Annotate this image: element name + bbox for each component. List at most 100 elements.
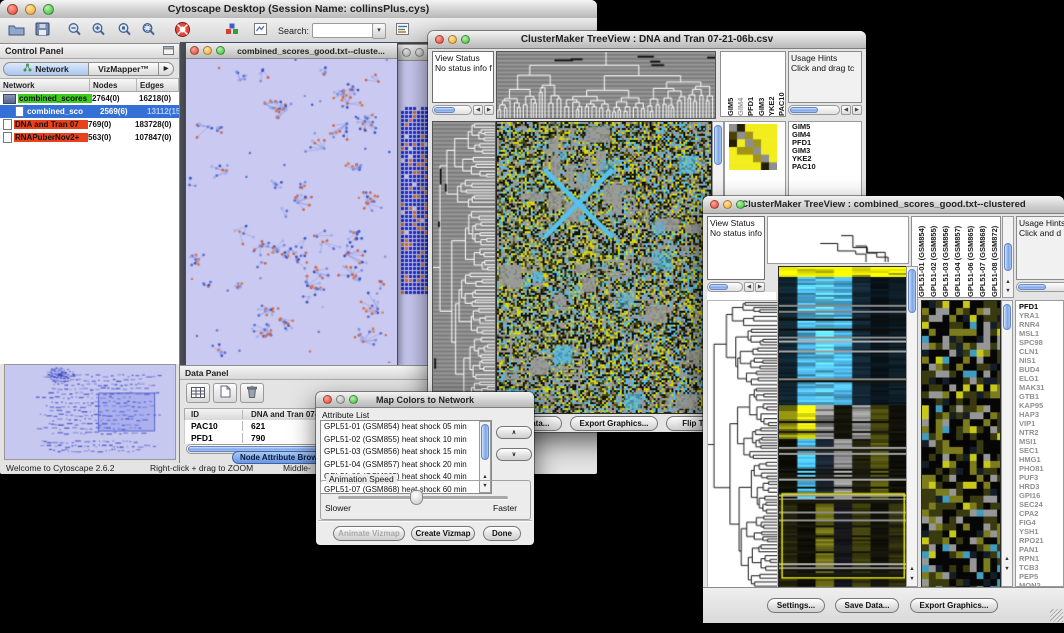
scroll-left-icon[interactable]: ◀ bbox=[744, 282, 754, 292]
close-button[interactable] bbox=[435, 35, 444, 44]
column-nodes[interactable]: Nodes bbox=[90, 79, 137, 91]
tv2-labels-scrollbar[interactable]: ▲ ▼ bbox=[1002, 216, 1014, 298]
gene-label[interactable]: MSL1 bbox=[1019, 329, 1063, 338]
save-session-button[interactable] bbox=[32, 20, 52, 42]
column-network[interactable]: Network bbox=[0, 79, 90, 91]
close-button[interactable] bbox=[190, 46, 199, 55]
network-row[interactable]: combined_sco 2569(6) 13112(15) bbox=[0, 105, 179, 118]
minimize-button[interactable] bbox=[336, 395, 345, 404]
maximize-button[interactable] bbox=[349, 395, 358, 404]
resize-grip[interactable] bbox=[1050, 609, 1063, 622]
scroll-down-icon[interactable]: ▼ bbox=[1003, 287, 1013, 296]
tv2-titlebar[interactable]: ClusterMaker TreeView : combined_scores_… bbox=[703, 196, 1064, 214]
move-down-button[interactable]: ∨ bbox=[496, 448, 532, 461]
tabs-overflow-button[interactable]: ▶ bbox=[159, 62, 174, 76]
scroll-left-icon[interactable]: ◀ bbox=[473, 105, 483, 115]
column-label[interactable]: PAC10 bbox=[777, 52, 785, 116]
close-button[interactable] bbox=[323, 395, 332, 404]
network-row[interactable]: RNAPuberNov2+ 563(0) 107847(0) bbox=[0, 131, 179, 144]
gene-label[interactable]: ELG1 bbox=[1019, 374, 1063, 383]
main-titlebar[interactable]: Cytoscape Desktop (Session Name: collins… bbox=[0, 0, 597, 19]
column-label[interactable]: GPL51-03 (GSM856) bbox=[941, 217, 951, 297]
tv1-column-dendrogram[interactable] bbox=[496, 51, 716, 119]
tv2-column-dendrogram[interactable] bbox=[768, 217, 908, 263]
tv1-titlebar[interactable]: ClusterMaker TreeView : DNA and Tran 07-… bbox=[428, 31, 866, 49]
create-vizmap-button[interactable]: Create Vizmap bbox=[411, 526, 475, 541]
minimize-button[interactable] bbox=[415, 48, 424, 57]
gene-label[interactable]: BUD4 bbox=[1019, 365, 1063, 374]
tv2-export-graphics-button[interactable]: Export Graphics... bbox=[910, 598, 998, 613]
scroll-right-icon[interactable]: ▶ bbox=[484, 105, 494, 115]
gene-label[interactable]: HAP3 bbox=[1019, 410, 1063, 419]
gene-label[interactable]: MAK31 bbox=[1019, 383, 1063, 392]
scrollbar-thumb[interactable] bbox=[1003, 304, 1011, 330]
scrollbar-thumb[interactable] bbox=[908, 269, 916, 313]
maximize-button[interactable] bbox=[43, 4, 54, 15]
tv1-correlation-matrix[interactable] bbox=[729, 124, 777, 170]
scroll-up-icon[interactable]: ▲ bbox=[1003, 278, 1013, 287]
gene-label[interactable]: RNR4 bbox=[1019, 320, 1063, 329]
column-label[interactable]: GPL51-07 (GSM868) bbox=[978, 217, 988, 297]
gene-label[interactable]: CPA2 bbox=[1019, 509, 1063, 518]
gene-label[interactable]: PUF3 bbox=[1019, 473, 1063, 482]
scroll-down-icon[interactable]: ▼ bbox=[1002, 565, 1012, 574]
tv2-summary-scrollbar[interactable]: ▲ ▼ bbox=[1001, 300, 1013, 587]
tv2-save-data-button[interactable]: Save Data... bbox=[835, 598, 899, 613]
gene-label[interactable]: NTR2 bbox=[1019, 428, 1063, 437]
zoom-selected-button[interactable] bbox=[114, 20, 134, 42]
float-panel-icon[interactable] bbox=[163, 46, 174, 57]
close-button[interactable] bbox=[710, 200, 719, 209]
attribute-item[interactable]: GPL51-03 (GSM856) heat shock 15 min bbox=[321, 446, 491, 459]
gene-label[interactable]: SPC98 bbox=[1019, 338, 1063, 347]
gene-label[interactable]: HMG1 bbox=[1019, 455, 1063, 464]
open-session-button[interactable] bbox=[6, 20, 26, 42]
gene-label[interactable]: MSI1 bbox=[1019, 437, 1063, 446]
gene-label[interactable]: FIG4 bbox=[1019, 518, 1063, 527]
scroll-up-icon[interactable]: ▲ bbox=[907, 565, 917, 574]
animate-vizmap-button[interactable]: Animate Vizmap bbox=[333, 526, 405, 541]
gene-label[interactable]: HRD3 bbox=[1019, 482, 1063, 491]
scrollbar-thumb[interactable] bbox=[1004, 243, 1012, 271]
attribute-item[interactable]: GPL51-04 (GSM857) heat shock 20 min bbox=[321, 459, 491, 472]
minimize-button[interactable] bbox=[448, 35, 457, 44]
gene-label[interactable]: PAC10 bbox=[792, 163, 861, 171]
tv2-vscrollbar[interactable]: ▲ ▼ bbox=[906, 266, 918, 587]
dialog-titlebar[interactable]: Map Colors to Network bbox=[316, 392, 534, 408]
gene-label[interactable]: KAP95 bbox=[1019, 401, 1063, 410]
tv1-gene-dendrogram[interactable] bbox=[432, 121, 496, 414]
gene-label[interactable]: NIS1 bbox=[1019, 356, 1063, 365]
minimize-button[interactable] bbox=[25, 4, 36, 15]
column-label[interactable]: GPL51-01 (GSM854) bbox=[917, 217, 927, 297]
gene-label[interactable]: YRA1 bbox=[1019, 311, 1063, 320]
tv2-gene-dendrogram[interactable] bbox=[707, 300, 778, 589]
network-row[interactable]: DNA and Tran 07 769(0) 183728(0) bbox=[0, 118, 179, 131]
tv1-hints-scrollbar[interactable]: ◀▶ bbox=[788, 105, 862, 115]
scroll-right-icon[interactable]: ▶ bbox=[755, 282, 765, 292]
close-button[interactable] bbox=[402, 48, 411, 57]
gene-label[interactable]: GTB1 bbox=[1019, 392, 1063, 401]
gene-label[interactable]: VIP1 bbox=[1019, 419, 1063, 428]
zoom-in-button[interactable] bbox=[88, 20, 108, 42]
move-up-button[interactable]: ∧ bbox=[496, 426, 532, 439]
gene-label[interactable]: PFD1 bbox=[1019, 302, 1063, 311]
tv2-heatmap[interactable] bbox=[778, 266, 908, 589]
annotation-button[interactable] bbox=[250, 20, 270, 42]
attribute-item[interactable]: GPL51-01 (GSM854) heat shock 05 min bbox=[321, 421, 491, 434]
gene-label[interactable]: SEC24 bbox=[1019, 500, 1063, 509]
attribute-table-button[interactable] bbox=[186, 383, 210, 403]
gene-label[interactable]: RPN1 bbox=[1019, 554, 1063, 563]
column-id[interactable]: ID bbox=[185, 410, 243, 419]
tv2-settings-button[interactable]: Settings... bbox=[767, 598, 825, 613]
column-label[interactable]: GPL51-02 (GSM855) bbox=[929, 217, 939, 297]
minimize-button[interactable] bbox=[203, 46, 212, 55]
tv2-hints-scrollbar[interactable] bbox=[1016, 282, 1064, 292]
tab-network[interactable]: Network bbox=[3, 62, 89, 76]
scroll-up-icon[interactable]: ▲ bbox=[1002, 555, 1012, 564]
search-input[interactable]: ▾ bbox=[312, 23, 374, 38]
gene-label[interactable]: PEP5 bbox=[1019, 572, 1063, 581]
network-canvas[interactable] bbox=[187, 59, 394, 363]
tv1-export-graphics-button[interactable]: Export Graphics... bbox=[570, 416, 658, 431]
column-edges[interactable]: Edges bbox=[137, 79, 179, 91]
speed-slider[interactable] bbox=[338, 496, 508, 500]
done-button[interactable]: Done bbox=[483, 526, 521, 541]
